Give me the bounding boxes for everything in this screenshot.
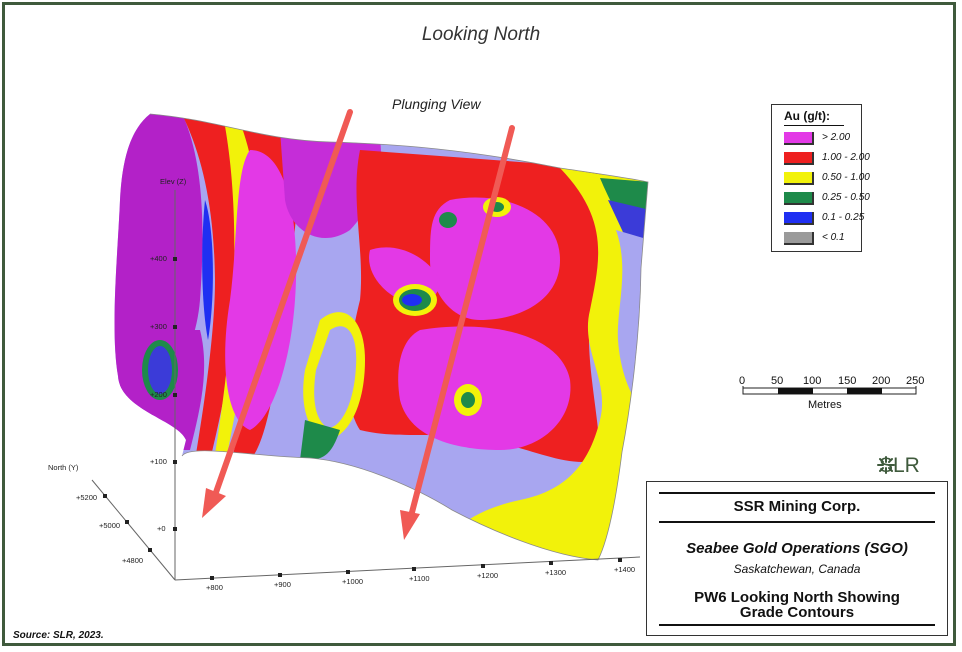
figure-title-line-2: Grade Contours: [739, 604, 855, 621]
legend-label: < 0.1: [822, 232, 845, 243]
vertical-tick-label: +100: [150, 457, 167, 466]
legend-title: Au (g/t):: [784, 109, 830, 123]
east-tick-label: +1000: [342, 577, 364, 586]
company-name: SSR Mining Corp.: [733, 498, 861, 515]
legend-swatch: [784, 192, 814, 205]
scale-unit: Metres: [808, 399, 842, 411]
legend-swatch: [784, 172, 814, 185]
project-location: Saskatchewan, Canada: [733, 562, 861, 576]
east-tick-label: +1200: [477, 571, 499, 580]
grade-legend: Au (g/t): > 2.00 1.00 - 2.00 0.50 - 1.00…: [771, 104, 870, 252]
legend-item: > 2.00: [784, 132, 862, 146]
legend-item: 1.00 - 2.00: [784, 152, 870, 166]
legend-item: 0.50 - 1.00: [784, 172, 870, 186]
title-block: SSR Mining Corp. Seabee Gold Operations …: [646, 481, 948, 636]
legend-swatch: [784, 152, 814, 165]
east-tick-label: +1300: [545, 568, 567, 577]
title-block-rule: [659, 521, 935, 523]
east-tick-label: +900: [274, 580, 291, 589]
scale-tick-label: 200: [872, 375, 891, 387]
scale-tick-label: 150: [838, 375, 857, 387]
north-tick-label: +5200: [76, 493, 98, 502]
vertical-tick-label: +300: [150, 322, 167, 331]
legend-label: 0.50 - 1.00: [822, 172, 870, 183]
project-name: Seabee Gold Operations (SGO): [686, 540, 908, 557]
legend-item: 0.25 - 0.50: [784, 192, 870, 206]
east-tick-label: +1400: [614, 565, 636, 574]
vertical-tick-label: +0: [157, 524, 166, 533]
legend-item: 0.1 - 0.25: [784, 212, 865, 226]
north-tick-label: +5000: [99, 521, 121, 530]
legend-swatch: [784, 212, 814, 225]
source-note: Source: SLR, 2023.: [13, 630, 104, 641]
title-block-rule: [659, 624, 935, 626]
scale-tick-label: 0: [739, 375, 746, 387]
vertical-axis-title: Elev (Z): [160, 177, 187, 186]
legend-label: 0.1 - 0.25: [822, 212, 865, 223]
vertical-tick-label: +200: [150, 390, 167, 399]
legend-swatch: [784, 232, 814, 245]
scale-tick-label: 250: [906, 375, 925, 387]
slr-logo: SLR: [879, 454, 920, 477]
grade-shell: [114, 114, 649, 560]
legend-swatch: [784, 132, 814, 145]
legend-label: 0.25 - 0.50: [822, 192, 870, 203]
north-tick-label: +4800: [122, 556, 144, 565]
legend-item: < 0.1: [784, 232, 862, 246]
legend-title-underline: [784, 125, 844, 126]
title-block-rule: [659, 492, 935, 494]
scale-bar: [742, 386, 917, 395]
east-tick-label: +800: [206, 583, 223, 592]
vertical-tick-label: +400: [150, 254, 167, 263]
east-tick-label: +1100: [409, 574, 430, 583]
legend-label: > 2.00: [822, 132, 851, 143]
scale-tick-label: 50: [771, 375, 784, 387]
north-axis-title: North (Y): [48, 463, 79, 472]
scale-tick-label: 100: [803, 375, 822, 387]
legend-label: 1.00 - 2.00: [822, 152, 870, 163]
